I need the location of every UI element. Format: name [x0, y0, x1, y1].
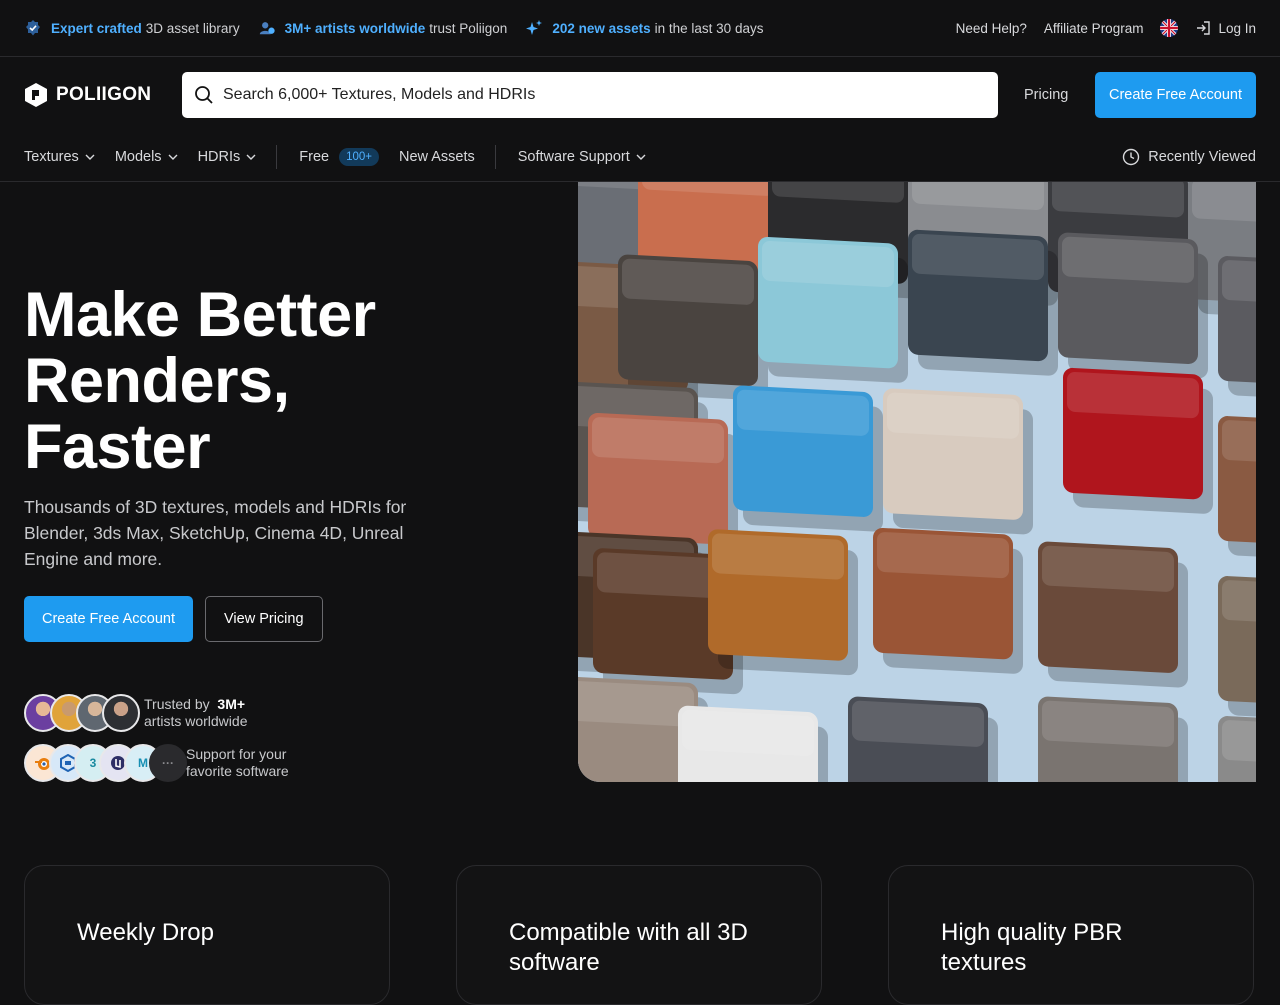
login-icon [1197, 21, 1211, 35]
material-sample-tile [758, 236, 908, 383]
trusted-suffix: artists worldwide [144, 713, 248, 729]
material-sample-tile [618, 254, 768, 401]
topbar-item-new: 202 new assets in the last 30 days [525, 19, 763, 37]
chevron-down-icon [168, 154, 178, 160]
nav-label: Textures [24, 149, 79, 165]
announcement-bar: Expert crafted 3D asset library 3M+ arti… [0, 0, 1280, 57]
avatar-group [24, 694, 144, 732]
nav-models[interactable]: Models [115, 149, 178, 165]
avatar [102, 694, 140, 732]
material-sample-tile [733, 385, 883, 532]
view-pricing-button[interactable]: View Pricing [205, 596, 323, 642]
nav-new-assets[interactable]: New Assets [399, 149, 475, 165]
nav-label: New Assets [399, 149, 475, 165]
material-sample-tile [848, 696, 998, 782]
uk-flag-icon[interactable] [1160, 19, 1179, 37]
feature-card-title: High quality PBR textures [941, 919, 1123, 976]
nav-divider [276, 145, 278, 169]
hero-title-line-2: Renders, [24, 346, 290, 416]
support-line-1: Support for your [186, 746, 287, 762]
recently-viewed-link[interactable]: Recently Viewed [1122, 148, 1256, 166]
search-icon [195, 86, 213, 104]
nav-divider [494, 145, 496, 169]
nav-label: HDRIs [197, 149, 241, 165]
hero-material-samples-image [578, 182, 1256, 782]
search-input[interactable] [223, 86, 986, 104]
affiliate-link[interactable]: Affiliate Program [1044, 21, 1144, 36]
support-line-2: favorite software [186, 763, 289, 779]
material-sample-tile [678, 705, 828, 782]
topbar-highlight: 202 new assets [552, 20, 651, 36]
search-box[interactable] [182, 72, 998, 118]
topbar-text: trust Poliigon [429, 20, 508, 36]
nav-hdris[interactable]: HDRIs [198, 149, 257, 165]
trusted-prefix: Trusted by [144, 696, 210, 712]
recently-viewed-label: Recently Viewed [1148, 149, 1256, 165]
free-count-badge: 100+ [339, 148, 379, 166]
hero-title-line-3: Faster [24, 412, 211, 482]
material-sample-tile [883, 388, 1033, 535]
software-support-row: 3 M ··· Support for your favorite softwa… [24, 744, 289, 782]
logo[interactable]: POLIIGON [24, 82, 182, 108]
material-sample-tile [873, 527, 1023, 674]
topbar-highlight: Expert crafted [51, 20, 142, 36]
hero-create-account-button[interactable]: Create Free Account [24, 596, 193, 642]
material-sample-tile [1058, 232, 1208, 379]
chevron-down-icon [246, 154, 256, 160]
chevron-down-icon [85, 154, 95, 160]
chevron-down-icon [636, 154, 646, 160]
feature-card: Compatible with all 3D software [456, 865, 822, 1005]
nav-label: Software Support [517, 149, 630, 165]
material-sample-tile [1218, 716, 1256, 782]
nav-free[interactable]: Free 100+ [299, 148, 379, 166]
pricing-link[interactable]: Pricing [1024, 87, 1068, 103]
feature-card: High quality PBR textures [888, 865, 1254, 1005]
material-sample-tile [908, 229, 1058, 376]
poliigon-logo-icon [25, 83, 47, 107]
material-sample-tile [1038, 696, 1188, 782]
topbar-item-artists: 3M+ artists worldwide trust Poliigon [258, 19, 508, 37]
topbar-item-expert: Expert crafted 3D asset library [24, 19, 240, 37]
login-label: Log In [1218, 20, 1256, 36]
hero-title: Make Better Renders, Faster [24, 282, 544, 480]
topbar-text: in the last 30 days [654, 20, 764, 36]
logo-text: POLIIGON [56, 84, 152, 105]
trusted-count: 3M+ [217, 696, 246, 712]
topbar-text: 3D asset library [145, 20, 240, 36]
nav-textures[interactable]: Textures [24, 149, 95, 165]
feature-card: Weekly Drop [24, 865, 390, 1005]
login-link[interactable]: Log In [1195, 20, 1256, 36]
help-link[interactable]: Need Help? [956, 21, 1027, 36]
material-sample-tile [1063, 367, 1213, 514]
hero-section: Make Better Renders, Faster Thousands of… [0, 182, 1280, 782]
material-sample-tile [708, 529, 858, 676]
clock-icon [1123, 148, 1140, 166]
users-icon [258, 19, 276, 37]
nav-label: Models [114, 149, 162, 165]
topbar-highlight: 3M+ artists worldwide [284, 20, 426, 36]
feature-card-title: Compatible with all 3D software [509, 919, 748, 976]
software-icon-group: 3 M ··· [24, 744, 192, 782]
material-sample-tile [1038, 541, 1188, 688]
support-text: Support for your favorite software [186, 746, 289, 780]
main-nav: Textures Models HDRIs Free 100+ New Asse… [0, 133, 1280, 182]
create-account-button[interactable]: Create Free Account [1095, 72, 1256, 118]
sparkle-icon [525, 19, 543, 37]
hero-subtitle: Thousands of 3D textures, models and HDR… [24, 497, 407, 569]
trust-text: Trusted by 3M+ artists worldwide [144, 696, 247, 730]
trust-row: Trusted by 3M+ artists worldwide [24, 694, 247, 732]
nav-label: Free [299, 149, 330, 165]
feature-card-title: Weekly Drop [77, 919, 214, 946]
verified-badge-icon [24, 19, 42, 37]
more-icon: ··· [149, 744, 187, 782]
feature-cards: Weekly Drop Compatible with all 3D softw… [24, 865, 1254, 1005]
main-header: POLIIGON Pricing Create Free Account [0, 57, 1280, 133]
nav-software-support[interactable]: Software Support [518, 149, 646, 165]
hero-title-line-1: Make Better [24, 280, 376, 350]
